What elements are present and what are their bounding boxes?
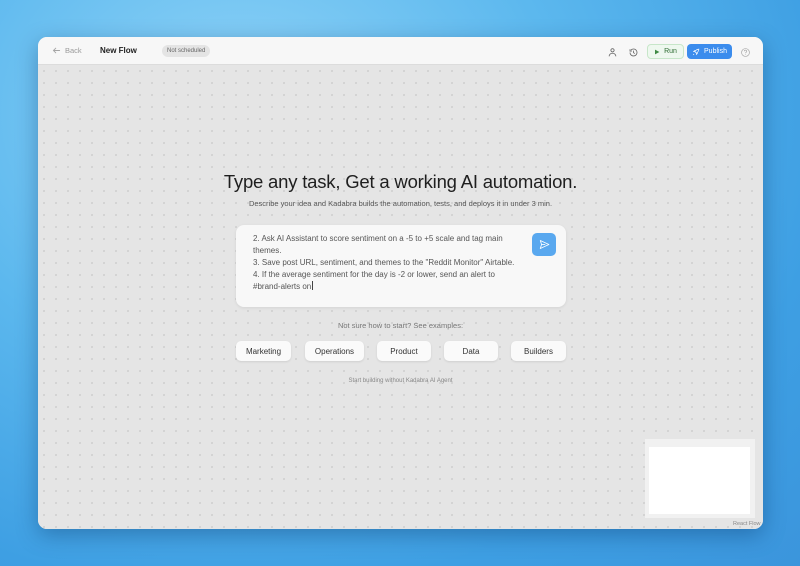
minimap[interactable] xyxy=(645,439,755,518)
text-caret xyxy=(312,281,314,290)
publish-button[interactable]: Publish xyxy=(687,44,732,59)
rocket-icon xyxy=(692,48,700,55)
back-label: Back xyxy=(65,46,82,55)
arrow-left-icon xyxy=(52,47,61,54)
send-button[interactable] xyxy=(532,233,556,256)
prompt-text: 2. Ask AI Assistant to score sentiment o… xyxy=(253,234,515,291)
prompt-input[interactable]: 2. Ask AI Assistant to score sentiment o… xyxy=(253,233,515,293)
share-button[interactable] xyxy=(607,45,618,57)
history-button[interactable] xyxy=(628,45,639,57)
run-button[interactable]: Run xyxy=(647,44,684,59)
page-title: Type any task, Get a working AI automati… xyxy=(223,171,578,192)
run-label: Run xyxy=(664,48,677,55)
send-icon xyxy=(539,240,549,249)
help-circle-icon xyxy=(741,48,750,57)
flow-canvas[interactable]: Type any task, Get a working AI automati… xyxy=(38,65,763,529)
help-button[interactable] xyxy=(740,45,751,57)
history-icon xyxy=(629,48,638,57)
example-chip-operations[interactable]: Operations xyxy=(305,341,364,361)
react-flow-attribution[interactable]: React Flow xyxy=(733,521,761,527)
top-bar: Back New Flow Not scheduled Run Publish xyxy=(38,37,763,65)
schedule-badge[interactable]: Not scheduled xyxy=(162,45,211,57)
flow-title[interactable]: New Flow xyxy=(100,46,137,55)
example-chip-marketing[interactable]: Marketing xyxy=(236,341,291,361)
minimap-viewport[interactable] xyxy=(649,447,750,514)
example-chip-builders[interactable]: Builders xyxy=(511,341,566,361)
examples-label: Not sure how to start? See examples: xyxy=(337,321,464,330)
play-icon xyxy=(655,49,660,54)
app-window: Back New Flow Not scheduled Run Publish … xyxy=(38,37,763,529)
build-without-agent-link[interactable]: Start building without Kadabra AI Agent xyxy=(38,378,763,384)
example-chip-data[interactable]: Data xyxy=(444,341,498,361)
example-chip-product[interactable]: Product xyxy=(377,341,431,361)
back-button[interactable]: Back xyxy=(52,46,82,55)
page-subtitle: Describe your idea and Kadabra builds th… xyxy=(248,199,553,208)
publish-label: Publish xyxy=(704,48,727,55)
prompt-card: 2. Ask AI Assistant to score sentiment o… xyxy=(236,225,566,307)
users-icon xyxy=(608,48,617,57)
